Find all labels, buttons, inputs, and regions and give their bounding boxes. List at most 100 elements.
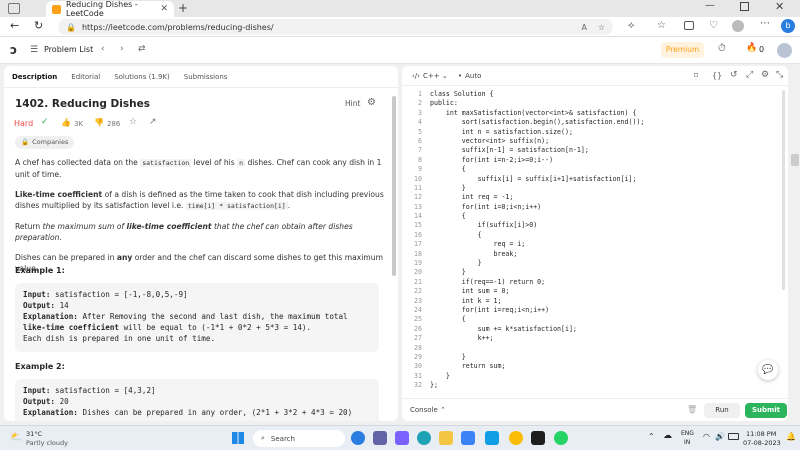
code-line[interactable]: 32}; (402, 381, 782, 390)
language-selector[interactable]: ‹/› C++ ⌄ (412, 72, 448, 80)
code-line[interactable]: 12 int req = -1; (402, 193, 782, 202)
app-icon[interactable] (485, 431, 499, 445)
braces-icon[interactable]: {} (712, 71, 722, 80)
bookmark-icon[interactable]: ⌑ (694, 71, 698, 80)
taskbar-search[interactable]: ⌕ Search (253, 430, 345, 447)
expand-icon[interactable]: ⤡ (776, 70, 783, 80)
reset-icon[interactable]: ↺ (730, 70, 738, 80)
code-line[interactable]: 11 } (402, 184, 782, 193)
problem-list-link[interactable]: Problem List (44, 45, 93, 54)
share-icon[interactable]: ↗ (149, 117, 157, 127)
code-line[interactable]: 18 break; (402, 250, 782, 259)
leetcode-logo-icon[interactable]: ↄ (10, 43, 17, 57)
whatsapp-icon[interactable] (554, 431, 568, 445)
clock-date[interactable]: 07-08-2023 (743, 439, 781, 447)
code-line[interactable]: 14 { (402, 212, 782, 221)
submit-button[interactable]: Submit (745, 403, 787, 418)
code-line[interactable]: 1 class Solution { (402, 90, 782, 99)
maximize-icon[interactable] (740, 2, 749, 11)
side-panel-icon[interactable] (791, 154, 799, 166)
tab-editorial[interactable]: Editorial (71, 73, 100, 81)
code-line[interactable]: 3 int maxSatisfaction(vector<int>& satis… (402, 109, 782, 118)
bing-icon[interactable]: b (781, 19, 795, 33)
profile-avatar[interactable] (732, 20, 744, 32)
fire-icon[interactable]: 🔥 (746, 43, 757, 53)
notification-icon[interactable]: 🔔 (786, 432, 796, 441)
code-line[interactable]: 5 int n = satisfaction.size(); (402, 128, 782, 137)
code-line[interactable]: 2 public: (402, 99, 782, 108)
dislike-icon[interactable]: 👎 (94, 118, 104, 127)
weather-temp[interactable]: 31°C (26, 430, 42, 438)
minimize-icon[interactable]: — (705, 0, 715, 11)
chrome-icon[interactable] (509, 431, 523, 445)
code-line[interactable]: 4 sort(satisfaction.begin(),satisfaction… (402, 118, 782, 127)
chat-bubble-icon[interactable]: 💬 (758, 360, 778, 380)
trash-icon[interactable]: 🗑 (687, 405, 697, 414)
code-line[interactable]: 15 if(suffix[i]>0) (402, 221, 782, 230)
timer-icon[interactable]: ⏱ (718, 43, 726, 54)
favorite-star-icon[interactable]: ☆ (129, 117, 137, 127)
code-line[interactable]: 19 } (402, 259, 782, 268)
reader-icon[interactable]: A (582, 23, 587, 32)
code-line[interactable]: 7 suffix[n-1] = satisfaction[n-1]; (402, 146, 782, 155)
run-button[interactable]: Run (704, 403, 740, 418)
browser-tab[interactable]: Reducing Dishes - LeetCode ✕ (46, 0, 174, 18)
tab-solutions[interactable]: Solutions (1.9K) (114, 73, 170, 81)
code-line[interactable]: 9 { (402, 165, 782, 174)
url-field[interactable]: 🔒 https://leetcode.com/problems/reducing… (58, 19, 613, 35)
back-icon[interactable]: ← (10, 19, 19, 32)
code-line[interactable]: 27 k++; (402, 334, 782, 343)
code-line[interactable]: 30 return sum; (402, 362, 782, 371)
code-line[interactable]: 25 { (402, 315, 782, 324)
language-indicator-2[interactable]: IN (684, 439, 690, 446)
more-menu-icon[interactable]: ⋯ (760, 18, 770, 29)
teams-icon[interactable] (373, 431, 387, 445)
auto-mode-toggle[interactable]: • Auto (458, 72, 481, 80)
code-line[interactable]: 10 suffix[i] = suffix[i+1]+satisfaction[… (402, 175, 782, 184)
bing-taskbar-icon[interactable] (351, 431, 365, 445)
next-problem-icon[interactable]: › (120, 44, 124, 54)
collections-icon[interactable] (684, 21, 694, 30)
code-line[interactable]: 17 req = i; (402, 240, 782, 249)
edge-icon[interactable] (417, 431, 431, 445)
favorites-bar-icon[interactable]: ☆ (657, 20, 666, 31)
code-line[interactable]: 23 int k = 1; (402, 297, 782, 306)
tab-submissions[interactable]: Submissions (184, 73, 228, 81)
fullscreen-icon[interactable]: ⤢ (746, 70, 753, 80)
code-line[interactable]: 29 } (402, 353, 782, 362)
companies-tag[interactable]: 🔒 Companies (15, 136, 75, 149)
like-icon[interactable]: 👍 (61, 118, 71, 127)
refresh-icon[interactable]: ↻ (34, 19, 43, 32)
hint-link[interactable]: Hint (345, 99, 360, 108)
code-line[interactable]: 6 vector<int> suffix(n); (402, 137, 782, 146)
weather-desc[interactable]: Partly cloudy (26, 439, 68, 447)
file-explorer-icon[interactable] (439, 431, 453, 445)
onedrive-icon[interactable]: ☁ (663, 431, 672, 441)
code-line[interactable]: 26 sum += k*satisfaction[i]; (402, 325, 782, 334)
code-line[interactable]: 13 for(int i=0;i<n;i++) (402, 203, 782, 212)
description-scrollbar[interactable] (392, 96, 396, 276)
battery-icon[interactable] (728, 433, 739, 440)
editor-settings-icon[interactable]: ⚙ (761, 70, 769, 80)
tab-description[interactable]: Description (12, 73, 57, 81)
code-line[interactable]: 28 (402, 344, 782, 353)
store-icon[interactable] (461, 431, 475, 445)
code-line[interactable]: 31 } (402, 372, 782, 381)
code-line[interactable]: 16 { (402, 231, 782, 240)
code-line[interactable]: 8 for(int i=n-2;i>=0;i--) (402, 156, 782, 165)
weather-icon[interactable]: ⛅ (10, 432, 22, 443)
volume-icon[interactable]: 🔊 (715, 432, 725, 441)
clock-time[interactable]: 11:08 PM (746, 430, 776, 438)
terminal-icon[interactable] (531, 431, 545, 445)
user-avatar[interactable] (777, 43, 792, 58)
wifi-icon[interactable]: ◠ (703, 432, 710, 441)
close-window-icon[interactable]: ✕ (775, 0, 784, 13)
code-line[interactable]: 21 if(req==-1) return 0; (402, 278, 782, 287)
code-line[interactable]: 20 } (402, 268, 782, 277)
console-toggle[interactable]: Console ⌃ (410, 406, 446, 414)
sync-icon[interactable]: ♡ (709, 20, 718, 31)
chat-icon[interactable] (395, 431, 409, 445)
start-icon[interactable] (232, 432, 244, 444)
extensions-icon[interactable]: ⟡ (628, 20, 635, 31)
code-line[interactable]: 22 int sum = 0; (402, 287, 782, 296)
